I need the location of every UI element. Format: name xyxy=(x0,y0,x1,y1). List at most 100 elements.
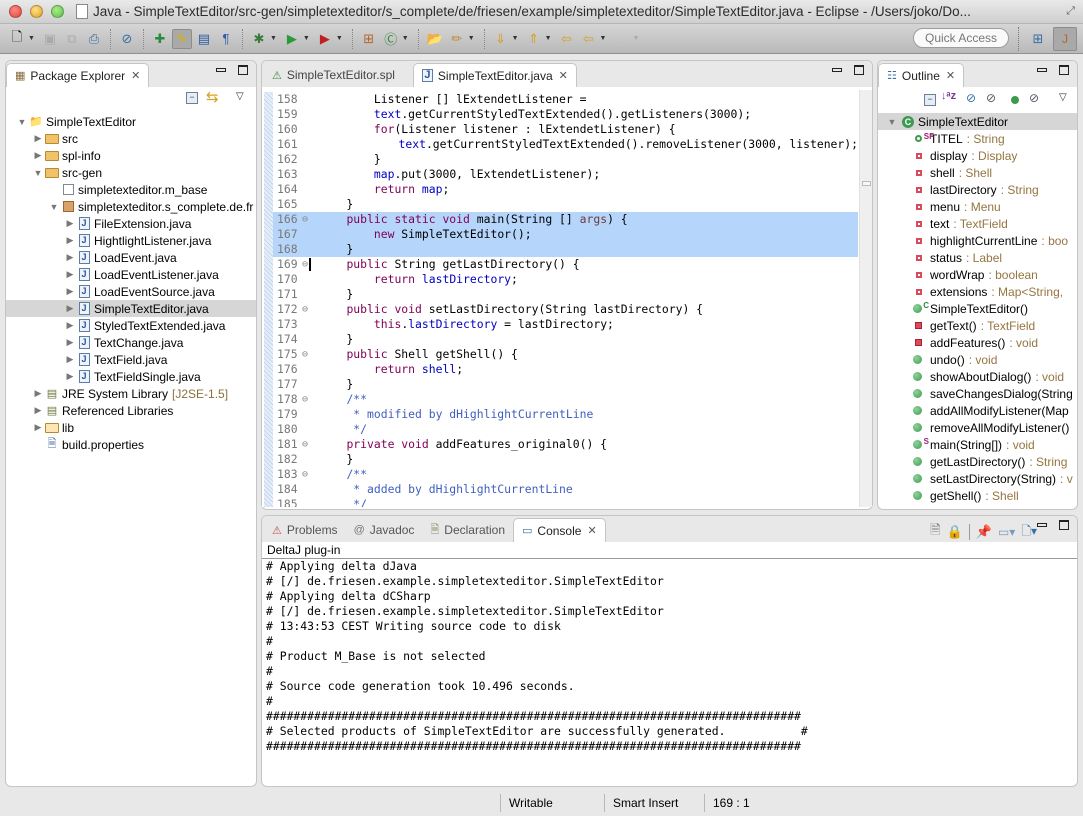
code-line[interactable]: 161 text.getCurrentStyledTextExtended().… xyxy=(273,137,858,152)
outline-item[interactable]: Smain(String[]): void xyxy=(878,436,1077,453)
expand-arrow-icon[interactable]: ▶ xyxy=(64,320,76,331)
tree-item[interactable]: ▶ spl-info xyxy=(6,147,256,164)
java-perspective-icon[interactable]: J xyxy=(1053,27,1077,51)
next-annotation-dropdown-icon[interactable]: ▼ xyxy=(512,35,519,42)
fold-toggle-icon[interactable]: ⊖ xyxy=(302,257,308,272)
open-type-icon[interactable]: ✚ xyxy=(150,29,170,49)
close-icon[interactable]: ✕ xyxy=(131,69,140,82)
forward-dropdown-icon[interactable]: ▼ xyxy=(632,35,639,42)
new-package-icon[interactable]: ⊞ xyxy=(359,29,379,49)
show-whitespace-icon[interactable]: ¶ xyxy=(216,29,236,49)
expand-arrow-icon[interactable]: ▶ xyxy=(32,405,44,416)
previous-annotation-icon[interactable]: ⇑ xyxy=(524,29,544,49)
code-line[interactable]: 165 } xyxy=(273,197,858,212)
outline-item[interactable]: undo(): void xyxy=(878,351,1077,368)
code-line[interactable]: 160 for(Listener listener : lExtendetLis… xyxy=(273,122,858,137)
previous-annotation-dropdown-icon[interactable]: ▼ xyxy=(545,35,552,42)
fold-toggle-icon[interactable]: ⊖ xyxy=(302,467,308,482)
open-folder-icon[interactable]: 📂 xyxy=(425,29,445,49)
scroll-lock-icon[interactable]: 🔒 xyxy=(947,524,963,540)
zoom-window-button[interactable] xyxy=(51,5,64,18)
hide-static-icon[interactable]: ⊘ xyxy=(986,91,996,105)
collapse-all-icon[interactable]: − xyxy=(924,94,936,106)
tree-item[interactable]: ▼ 📁 SimpleTextEditor xyxy=(6,113,256,130)
outline-item[interactable]: lastDirectory: String xyxy=(878,181,1077,198)
last-edit-location-icon[interactable]: ⇦ xyxy=(557,29,577,49)
expand-arrow-icon[interactable]: ▶ xyxy=(64,252,76,263)
code-line[interactable]: 179 * modified by dHighlightCurrentLine xyxy=(273,407,858,422)
code-line[interactable]: 159 text.getCurrentStyledTextExtended().… xyxy=(273,107,858,122)
tree-item[interactable]: ▼ simpletexteditor.s_complete.de.fr xyxy=(6,198,256,215)
maximize-icon[interactable] xyxy=(854,65,864,75)
minimize-icon[interactable] xyxy=(1037,68,1047,72)
code-line[interactable]: 167 new SimpleTextEditor(); xyxy=(273,227,858,242)
open-console-icon[interactable]: 🗋▾ xyxy=(1021,522,1037,543)
outline-item[interactable]: getShell(): Shell xyxy=(878,487,1077,504)
tree-item[interactable]: ▶ J StyledTextExtended.java xyxy=(6,317,256,334)
overview-ruler-scrollbar[interactable] xyxy=(859,90,872,507)
next-annotation-icon[interactable]: ⇓ xyxy=(491,29,511,49)
code-editor[interactable]: 158 Listener [] lExtendetListener = 159 … xyxy=(262,88,872,507)
outline-item[interactable]: highlightCurrentLine: boo xyxy=(878,232,1077,249)
mark-occurrences-icon[interactable]: ✎ xyxy=(171,28,192,49)
code-line[interactable]: 174 } xyxy=(273,332,858,347)
code-line[interactable]: 173 this.lastDirectory = lastDirectory; xyxy=(273,317,858,332)
external-tools-icon[interactable]: ▶ xyxy=(315,29,335,49)
external-tools-dropdown-icon[interactable]: ▼ xyxy=(336,35,343,42)
code-line[interactable]: 178 ⊖ /** xyxy=(273,392,858,407)
scroll-thumb[interactable] xyxy=(862,181,871,186)
outline-item[interactable]: menu: Menu xyxy=(878,198,1077,215)
close-window-button[interactable] xyxy=(9,5,22,18)
tab-problems[interactable]: ⚠ Problems xyxy=(264,518,346,542)
minimize-icon[interactable] xyxy=(1037,523,1047,527)
annotation-ruler[interactable] xyxy=(264,92,273,507)
tree-item[interactable]: ▶ ▤ Referenced Libraries xyxy=(6,402,256,419)
expand-arrow-icon[interactable]: ▶ xyxy=(64,337,76,348)
pin-console-icon[interactable]: 📌 xyxy=(976,524,992,540)
outline-root[interactable]: ▼ C SimpleTextEditor xyxy=(878,113,1077,130)
outline-item[interactable]: getLastDirectory(): String xyxy=(878,453,1077,470)
code-line[interactable]: 183 ⊖ /** xyxy=(273,467,858,482)
block-selection-icon[interactable]: ▤ xyxy=(194,29,214,49)
collapse-arrow-icon[interactable]: ▼ xyxy=(48,202,60,212)
save-icon[interactable]: ▣ xyxy=(40,29,60,49)
forward-icon[interactable]: ⇨ xyxy=(611,29,631,49)
close-icon[interactable]: ✕ xyxy=(587,524,596,537)
hide-non-public-icon[interactable] xyxy=(1011,96,1019,104)
code-line[interactable]: 176 return shell; xyxy=(273,362,858,377)
fold-toggle-icon[interactable]: ⊖ xyxy=(302,437,308,452)
outline-item[interactable]: addFeatures(): void xyxy=(878,334,1077,351)
tab-simpletexteditor-java[interactable]: J SimpleTextEditor.java ✕ xyxy=(412,63,577,87)
fold-toggle-icon[interactable]: ⊖ xyxy=(302,392,308,407)
debug-dropdown-icon[interactable]: ▼ xyxy=(270,35,277,42)
expand-arrow-icon[interactable]: ▶ xyxy=(64,218,76,229)
expand-arrow-icon[interactable]: ▶ xyxy=(32,150,44,161)
tree-item[interactable]: ▶ J HightlightListener.java xyxy=(6,232,256,249)
outline-item[interactable]: shell: Shell xyxy=(878,164,1077,181)
link-with-editor-icon[interactable]: ⇆ xyxy=(206,88,219,106)
expand-arrow-icon[interactable]: ▶ xyxy=(64,235,76,246)
print-icon[interactable]: ⎙ xyxy=(84,29,104,49)
outline-item[interactable]: C SimpleTextEditor() xyxy=(878,300,1077,317)
tab-outline[interactable]: ☷ Outline ✕ xyxy=(878,63,965,87)
expand-arrow-icon[interactable]: ▶ xyxy=(32,422,44,433)
code-line[interactable]: 171 } xyxy=(273,287,858,302)
fold-toggle-icon[interactable]: ⊖ xyxy=(302,347,308,362)
code-line[interactable]: 185 */ xyxy=(273,497,858,507)
outline-item[interactable]: setLastDirectory(String): v xyxy=(878,470,1077,487)
tree-item[interactable]: ▼ src-gen xyxy=(6,164,256,181)
tab-javadoc[interactable]: @ Javadoc xyxy=(346,518,423,542)
outline-item[interactable]: extensions: Map<String, xyxy=(878,283,1077,300)
outline-item[interactable]: getText(): TextField xyxy=(878,317,1077,334)
code-line[interactable]: 162 } xyxy=(273,152,858,167)
tree-item[interactable]: ▶ J LoadEvent.java xyxy=(6,249,256,266)
code-line[interactable]: 170 return lastDirectory; xyxy=(273,272,858,287)
expand-arrow-icon[interactable]: ▶ xyxy=(64,269,76,280)
code-line[interactable]: 164 return map; xyxy=(273,182,858,197)
code-line[interactable]: 177 } xyxy=(273,377,858,392)
tree-item[interactable]: ▶ J LoadEventListener.java xyxy=(6,266,256,283)
insert-mode-status[interactable]: Smart Insert xyxy=(604,794,704,812)
new-class-icon[interactable]: Ⓒ xyxy=(381,29,401,49)
expand-arrow-icon[interactable]: ▶ xyxy=(32,133,44,144)
outline-item[interactable]: display: Display xyxy=(878,147,1077,164)
